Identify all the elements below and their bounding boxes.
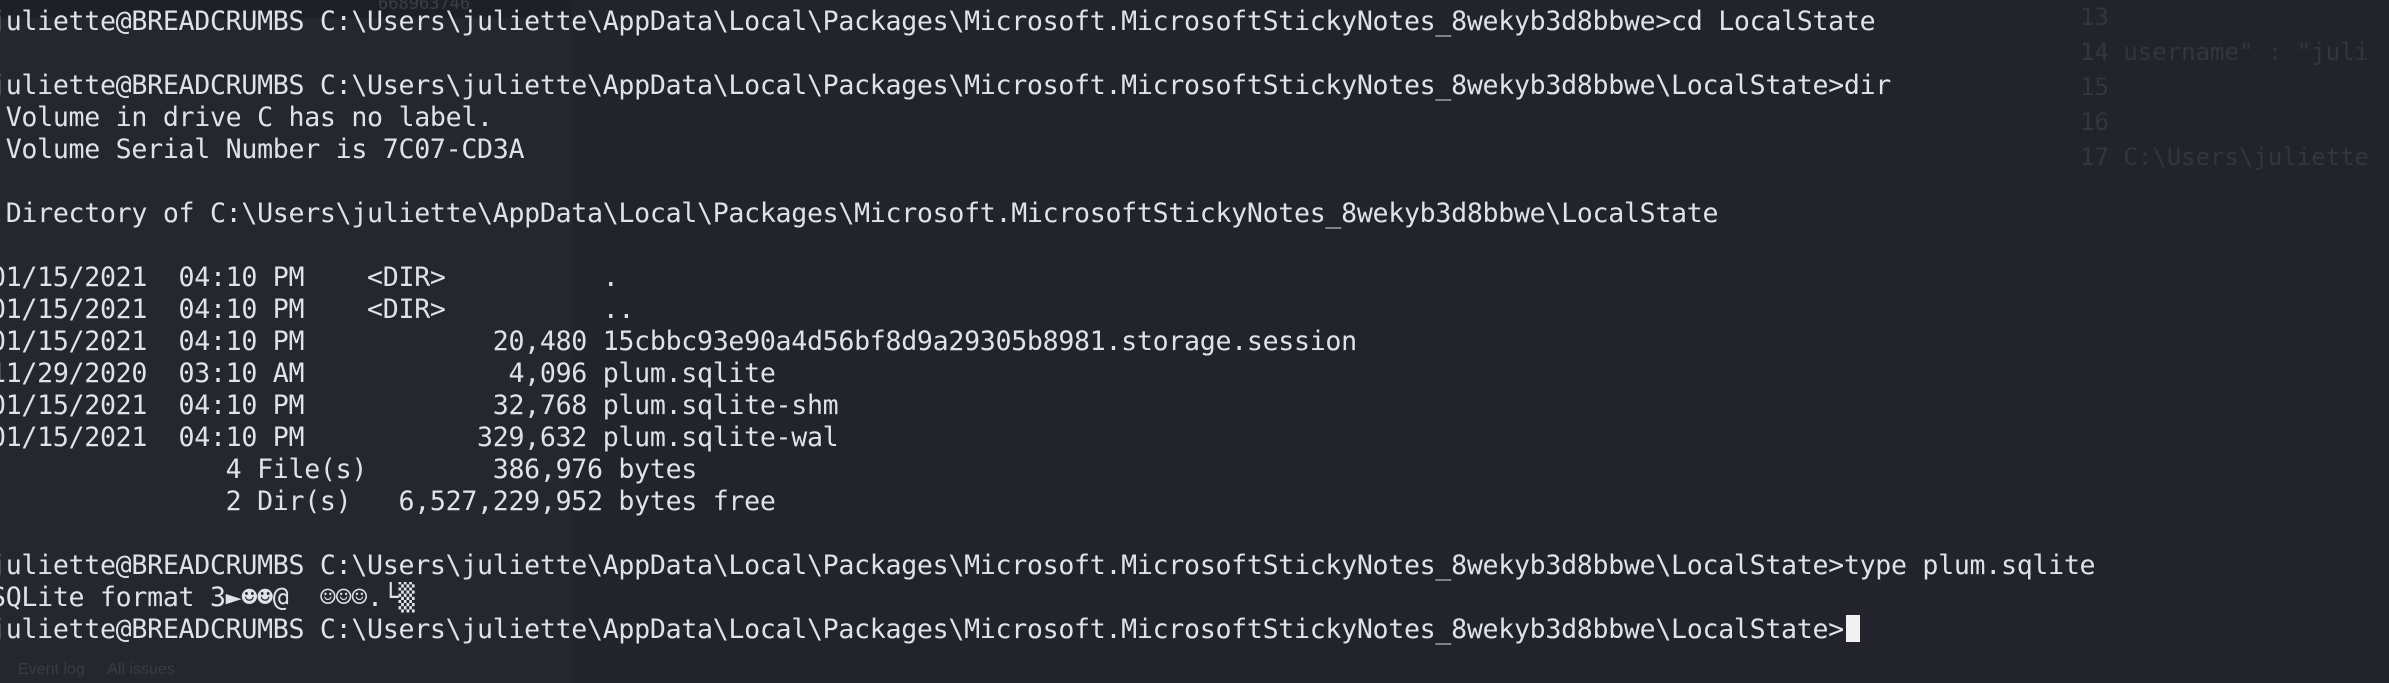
terminal-line: juliette@BREADCRUMBS C:\Users\juliette\A… [0, 550, 2096, 581]
terminal-line: 01/15/2021 04:10 PM 20,480 15cbbc93e90a4… [0, 326, 1357, 357]
background-tab-event-log: Event log [18, 661, 85, 678]
terminal-prompt-line[interactable]: juliette@BREADCRUMBS C:\Users\juliette\A… [0, 614, 2389, 646]
terminal-output[interactable]: juliette@BREADCRUMBS C:\Users\juliette\A… [0, 6, 2389, 646]
terminal-line: 01/15/2021 04:10 PM <DIR> . [0, 262, 619, 293]
terminal-prompt: juliette@BREADCRUMBS C:\Users\juliette\A… [0, 614, 1844, 645]
terminal-line: SQLite format 3►☻☻@ ☺☺☺.└▒ [0, 582, 415, 613]
background-bottom-tabs: Event log All issues [0, 661, 572, 683]
terminal-line: Volume Serial Number is 7C07-CD3A [0, 134, 525, 165]
terminal-cursor [1845, 615, 1860, 642]
terminal-line: 2 Dir(s) 6,527,229,952 bytes free [0, 486, 776, 517]
terminal-line: 11/29/2020 03:10 AM 4,096 plum.sqlite [0, 358, 776, 389]
terminal-line: juliette@BREADCRUMBS C:\Users\juliette\A… [0, 6, 1876, 37]
terminal-line: 4 File(s) 386,976 bytes [0, 454, 698, 485]
terminal-line: 01/15/2021 04:10 PM <DIR> .. [0, 294, 635, 325]
background-tab-all-issues: All issues [107, 661, 175, 678]
terminal-line: 01/15/2021 04:10 PM 329,632 plum.sqlite-… [0, 422, 839, 453]
terminal-line: Directory of C:\Users\juliette\AppData\L… [0, 198, 1719, 229]
terminal-line: Volume in drive C has no label. [0, 102, 493, 133]
terminal-line: juliette@BREADCRUMBS C:\Users\juliette\A… [0, 70, 1892, 101]
terminal-line: 01/15/2021 04:10 PM 32,768 plum.sqlite-s… [0, 390, 839, 421]
